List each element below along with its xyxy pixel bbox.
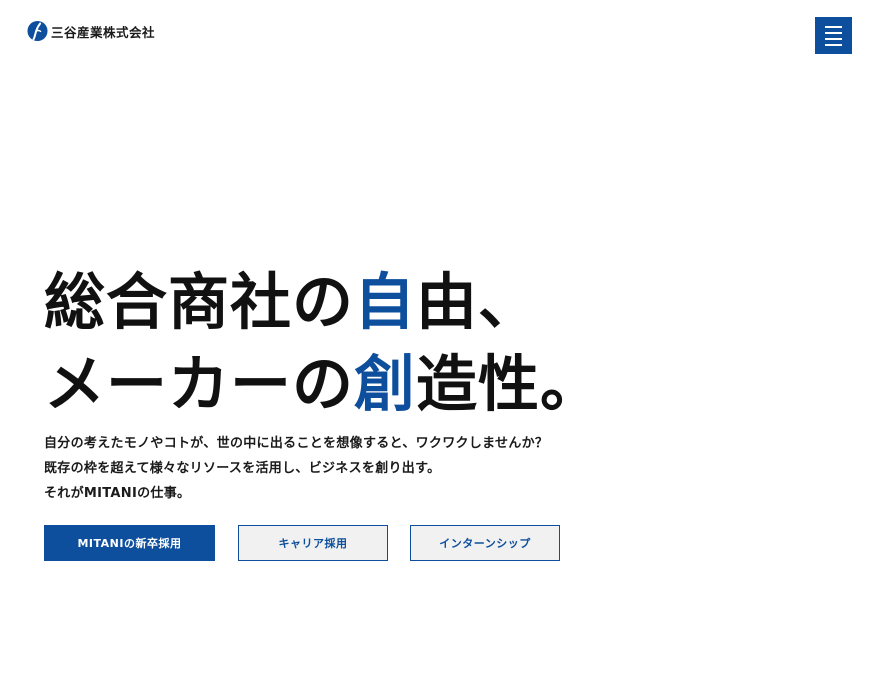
headline-line-1: 総合商社の自由、 <box>44 262 602 344</box>
hamburger-menu-icon-bar <box>825 31 842 34</box>
headline-line-2-pre: メーカーの <box>44 349 355 420</box>
headline-line-2: メーカーの創造性。 <box>44 344 602 426</box>
headline-line-2-post: 造性。 <box>416 349 603 420</box>
hamburger-menu-icon <box>825 25 842 28</box>
career-recruitment-button[interactable]: キャリア採用 <box>238 525 388 561</box>
menu-button[interactable] <box>815 17 852 54</box>
headline-accent-souzou: 創 <box>354 349 417 420</box>
hero-lead-text: 自分の考えたモノやコトが、世の中に出ることを想像すると、ワクワクしませんか？ 既… <box>44 431 548 506</box>
lead-line: 既存の枠を超えて様々なリソースを活用し、ビジネスを創り出す。 <box>44 461 441 476</box>
company-logo-icon <box>27 20 48 42</box>
new-graduate-recruitment-button[interactable]: MITANIの新卒採用 <box>44 525 215 561</box>
internship-button[interactable]: インターンシップ <box>410 525 560 561</box>
lead-line: 自分の考えたモノやコトが、世の中に出ることを想像すると、ワクワクしませんか？ <box>44 436 549 451</box>
headline-line-1-post: 由、 <box>416 267 541 338</box>
headline-line-1-pre: 総合商社の <box>44 267 355 338</box>
hamburger-menu-icon-bar <box>825 37 842 40</box>
hamburger-menu-icon-bar <box>825 43 842 46</box>
company-logo-link[interactable]: 三谷産業株式会社 <box>27 20 155 42</box>
lead-line: それがMITANIの仕事。 <box>44 486 191 501</box>
hero-headline: 総合商社の自由、 メーカーの創造性。 <box>44 262 602 426</box>
headline-accent-jiyu: 自 <box>354 267 417 338</box>
company-logo-text: 三谷産業株式会社 <box>51 24 156 40</box>
